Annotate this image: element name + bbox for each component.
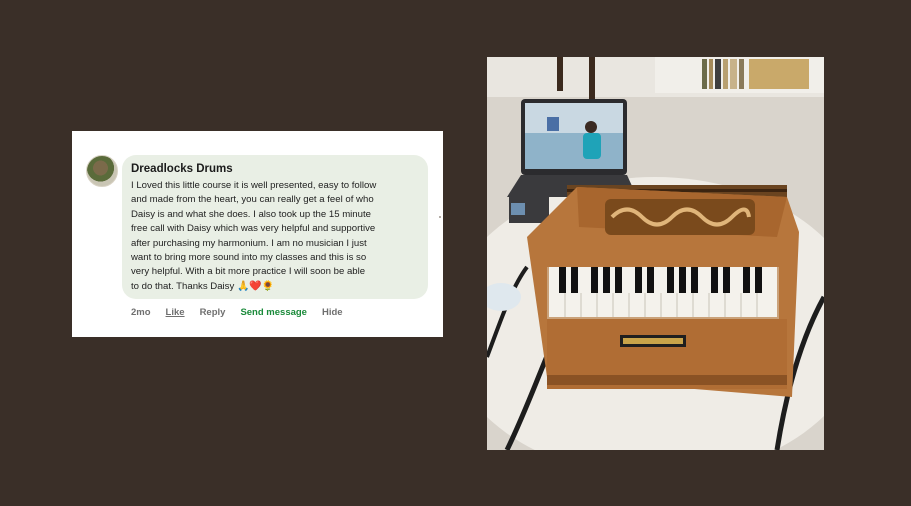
reply-button[interactable]: Reply bbox=[200, 307, 226, 318]
keyboard bbox=[549, 267, 777, 317]
chair-leg bbox=[557, 57, 563, 91]
comment-author[interactable]: Dreadlocks Drums bbox=[131, 163, 419, 175]
harmonium-photo bbox=[487, 57, 824, 450]
comment-text: I Loved this little course it is well pr… bbox=[131, 179, 419, 294]
comment-bubble: Dreadlocks Drums I Loved this little cou… bbox=[122, 155, 428, 299]
harmonium-illustration bbox=[487, 57, 824, 450]
chair-leg bbox=[589, 57, 595, 105]
comment-actions: 2mo Like Reply Send message Hide bbox=[131, 307, 343, 318]
separator-dot bbox=[439, 216, 441, 218]
books bbox=[702, 59, 809, 89]
comment-card: Dreadlocks Drums I Loved this little cou… bbox=[72, 131, 443, 337]
comment-body: I Loved this little course it is well pr… bbox=[131, 180, 377, 292]
harmonium bbox=[527, 187, 799, 397]
avatar[interactable] bbox=[86, 155, 118, 187]
like-button[interactable]: Like bbox=[166, 307, 185, 318]
hide-button[interactable]: Hide bbox=[322, 307, 343, 318]
send-message-button[interactable]: Send message bbox=[240, 307, 307, 318]
comment-timestamp: 2mo bbox=[131, 307, 151, 318]
comment-emojis: 🙏❤️🌻 bbox=[236, 280, 275, 292]
